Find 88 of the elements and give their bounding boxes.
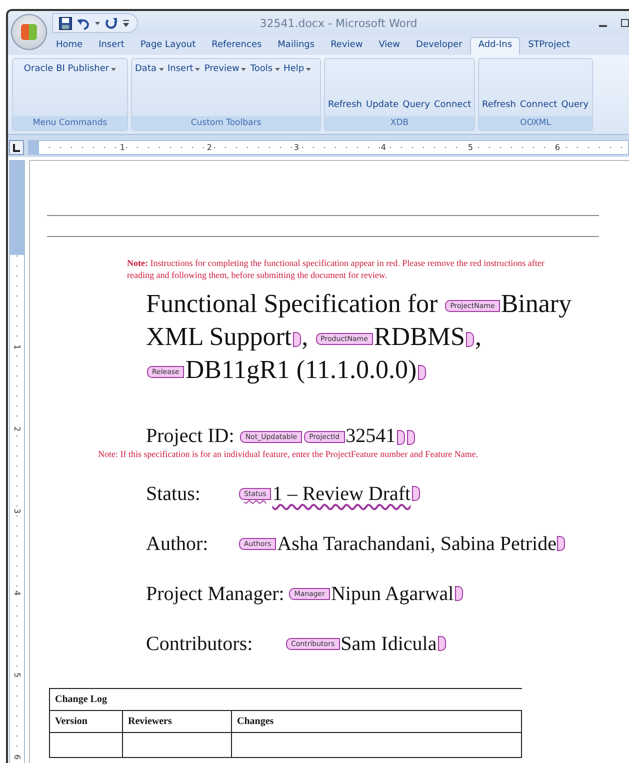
ruler-number: 4 (380, 144, 387, 152)
tab-selector-button[interactable] (9, 140, 24, 155)
tag-end-marker (557, 536, 566, 551)
field-label: Author: (146, 532, 210, 557)
column-header: Version (50, 710, 122, 732)
maximize-icon[interactable] (621, 19, 629, 27)
table-title: Change Log (50, 688, 522, 710)
title-text: , (474, 322, 482, 351)
ribbon-button[interactable]: Update (366, 100, 399, 110)
caret-icon (274, 68, 280, 70)
instruction-note: Note: If this specification is for an individual feature, enter the ProjectFeature number and Feature Name. (98, 448, 480, 460)
field-label: Status: (146, 482, 202, 507)
undo-icon[interactable] (77, 16, 90, 30)
save-icon[interactable] (59, 16, 72, 30)
ribbon-tab[interactable]: Developer (408, 37, 470, 55)
redo-icon[interactable] (105, 16, 118, 30)
ribbon-button[interactable]: Connect (434, 100, 472, 110)
group-label: OOXML (479, 116, 592, 130)
ruler-number: 1 (118, 144, 126, 152)
ruler-number: 4 (13, 589, 21, 597)
customize-icon[interactable] (123, 20, 129, 26)
field-value: Asha Tarachandani, Sabina Petride (277, 532, 556, 556)
ruler-number: 3 (292, 144, 300, 152)
ribbon-tab[interactable]: STProject (520, 37, 578, 55)
menu-button[interactable]: Tools (250, 64, 280, 74)
ruler-number: 6 (13, 753, 21, 761)
ruler-number: 1 (13, 343, 21, 351)
ruler-number: 5 (466, 144, 474, 152)
tag-end-marker (292, 332, 301, 347)
group-label: XDB (325, 116, 474, 130)
title-text: Functional Specification for (146, 289, 439, 318)
ruler-number: 2 (206, 144, 213, 152)
caret-icon (306, 68, 312, 70)
field-value: 1 – Review Draft (272, 482, 411, 506)
field-value: Sam Idicula (340, 632, 437, 656)
office-button[interactable] (11, 14, 47, 50)
ribbon-tab[interactable]: Page Layout (132, 37, 204, 55)
title-text: XML Support (146, 322, 292, 351)
caret-icon (195, 68, 200, 70)
ribbon-tab[interactable]: Home (48, 37, 91, 55)
ribbon-button[interactable]: Query (561, 100, 589, 110)
tag-end-marker (406, 430, 415, 445)
column-header: Reviewers (122, 710, 232, 732)
ribbon-tab[interactable]: Insert (90, 37, 132, 55)
tag-end-marker (412, 486, 420, 501)
tab-stop-icon (13, 144, 20, 152)
group-label: Custom Toolbars (132, 116, 320, 130)
menu-button[interactable]: Preview (204, 64, 246, 74)
window-title: 32541.docx - Microsoft Word (258, 16, 418, 30)
ribbon-tab[interactable]: Add-Ins (470, 37, 520, 55)
caret-icon (158, 68, 164, 70)
project-id-text: 32541 (346, 425, 396, 447)
instruction-note: Note: Instructions for completing the functional specification appear in red. Please remove the red instructions after reading and following them, before submitting the document for review. (127, 257, 546, 281)
ribbon-tab[interactable]: Review (322, 37, 371, 55)
field-value: Nipun Agarwal (330, 582, 454, 606)
ruler-number: 6 (554, 144, 561, 152)
ribbon-button[interactable]: Refresh (482, 100, 516, 110)
ribbon-tab[interactable]: Mailings (270, 37, 323, 55)
menu-button[interactable]: Insert (168, 64, 200, 74)
group-label: Menu Commands (13, 116, 127, 130)
project-id-text: Project ID: (146, 425, 236, 447)
field-label: Contributors: (146, 632, 254, 657)
ruler-number: 5 (13, 671, 21, 679)
tag-end-marker (396, 430, 405, 445)
ribbon-button[interactable]: Query (402, 100, 430, 110)
ruler-number: 2 (13, 425, 21, 433)
ribbon-tab[interactable]: View (370, 37, 408, 55)
field-label: Project Manager: (146, 582, 284, 607)
caret-icon (241, 68, 246, 70)
ruler-number: 3 (13, 507, 21, 515)
tag-end-marker (454, 586, 463, 601)
ribbon-tab[interactable]: References (204, 37, 270, 55)
ribbon-button[interactable]: Refresh (328, 100, 362, 110)
menu-button[interactable]: Data (135, 64, 164, 74)
column-header: Changes (232, 710, 522, 732)
ribbon-button[interactable]: Connect (520, 100, 558, 110)
tag-end-marker (418, 364, 426, 380)
tag-end-marker (466, 332, 474, 347)
tag-end-marker (438, 636, 446, 651)
title-text: RDBMS (374, 322, 465, 351)
dropdown-icon[interactable] (95, 22, 100, 24)
title-text: DB11gR1 (11.1.0.0.0) (185, 355, 417, 384)
menu-button[interactable]: Oracle BI Publisher (24, 64, 116, 74)
minimize-icon[interactable] (599, 24, 607, 27)
caret-icon (111, 68, 116, 70)
title-text: Binary (500, 289, 572, 318)
menu-button[interactable]: Help (284, 64, 312, 74)
title-text: , (302, 322, 310, 351)
